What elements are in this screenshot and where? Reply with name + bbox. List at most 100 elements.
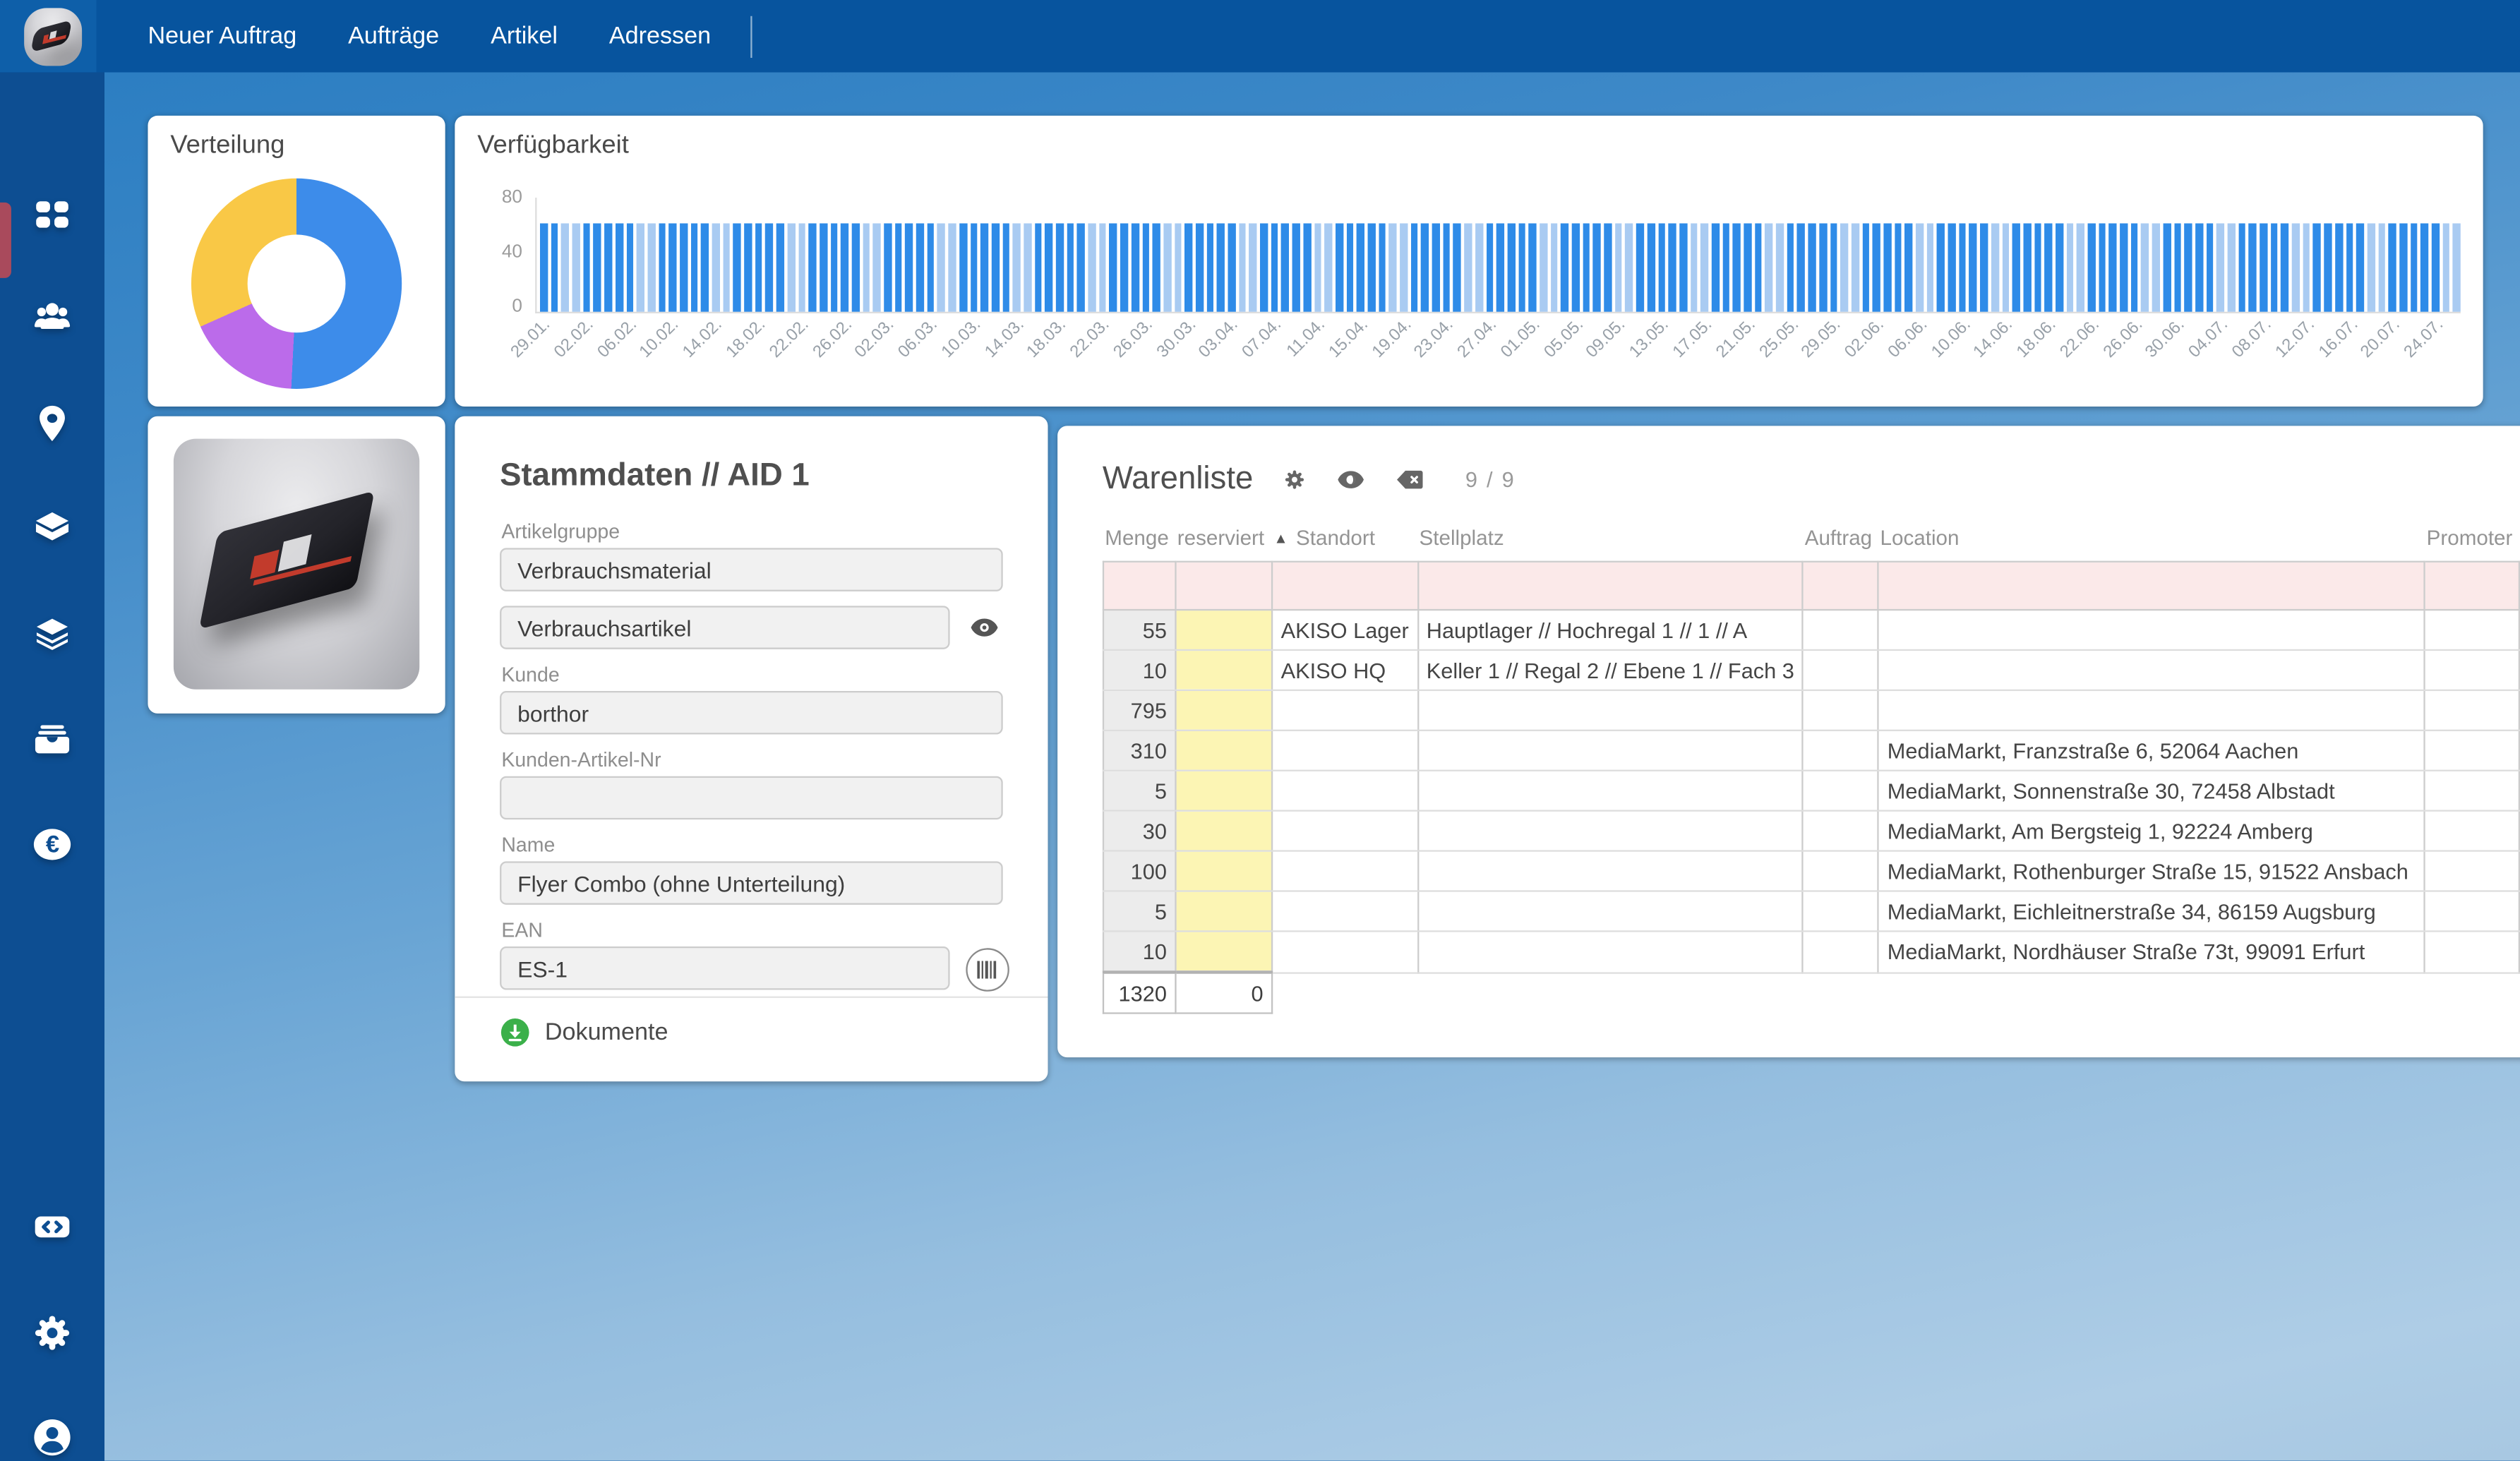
availability-bar (2378, 223, 2386, 311)
availability-bar (992, 223, 1000, 311)
availability-bar (1948, 223, 1956, 311)
eye-icon[interactable] (969, 614, 1000, 642)
product-thumbnail-button[interactable] (24, 7, 82, 65)
column-header[interactable]: Menge (1103, 526, 1175, 562)
filter-cell[interactable] (1417, 562, 1803, 610)
barcode-button[interactable] (966, 948, 1009, 991)
code-icon[interactable] (30, 1206, 73, 1249)
availability-bar (2346, 223, 2353, 311)
column-header[interactable]: ▲Standort (1272, 526, 1417, 562)
column-header[interactable]: Promoter (2425, 526, 2519, 562)
name-input[interactable] (500, 861, 1003, 904)
availability-bar (1862, 223, 1870, 311)
map-pin-icon[interactable] (30, 402, 73, 445)
table-row[interactable]: 10AKISO HQKeller 1 // Regal 2 // Ebene 1… (1103, 650, 2520, 690)
euro-icon[interactable]: € (30, 823, 73, 866)
availability-bar (1336, 223, 1343, 311)
table-cell (1803, 730, 1878, 771)
availability-bar (2367, 223, 2375, 311)
table-row[interactable]: 55AKISO LagerHauptlager // Hochregal 1 /… (1103, 610, 2520, 650)
product-photo[interactable] (174, 439, 419, 690)
availability-bar (1894, 223, 1902, 311)
column-header[interactable]: Auftrag (1803, 526, 1878, 562)
availability-bar (2356, 223, 2364, 311)
availability-bar (1389, 223, 1397, 311)
x-tick-label: 14.06. (1970, 315, 2017, 361)
filter-cell[interactable] (1803, 562, 1878, 610)
filter-cell[interactable] (1103, 562, 1175, 610)
x-tick-label: 10.03. (937, 315, 984, 361)
kunde-input[interactable] (500, 691, 1003, 734)
grid-icon[interactable] (30, 193, 73, 236)
availability-bar (2324, 223, 2332, 311)
availability-bar (1099, 223, 1107, 311)
availability-bar (2260, 223, 2267, 311)
table-settings-button[interactable] (1282, 468, 1306, 492)
x-tick-label: 13.05. (1626, 315, 1673, 361)
kunden-artikel-nr-input[interactable] (500, 776, 1003, 819)
x-tick-label: 21.05. (1712, 315, 1758, 361)
table-cell (1272, 811, 1417, 851)
table-row[interactable]: 10MediaMarkt, Nordhäuser Straße 73t, 990… (1103, 931, 2520, 972)
x-tick-label: 02.06. (1841, 315, 1888, 361)
table-cell (2425, 851, 2519, 891)
nav-item[interactable]: Neuer Auftrag (148, 23, 296, 50)
availability-bar (2281, 223, 2289, 311)
filter-cell[interactable] (1175, 562, 1272, 610)
availability-x-labels: 29.01.02.02.06.02.10.02.14.02.18.02.22.0… (535, 315, 2461, 398)
filter-cell[interactable] (2425, 562, 2519, 610)
filter-cell[interactable] (1272, 562, 1417, 610)
layers-icon[interactable] (30, 612, 73, 655)
table-cell: AKISO HQ (1272, 650, 1417, 690)
top-navbar: RF Neuer AuftragAufträgeArtikelAdressen (0, 0, 2520, 72)
x-tick-label: 22.02. (765, 315, 812, 361)
table-view-button[interactable] (1335, 468, 1365, 492)
column-header[interactable]: reserviert (1175, 526, 1272, 562)
table-row[interactable]: 100MediaMarkt, Rothenburger Straße 15, 9… (1103, 851, 2520, 891)
availability-bar (723, 223, 731, 311)
availability-bar (766, 223, 774, 311)
table-cell (1417, 811, 1803, 851)
nav-item[interactable]: Artikel (491, 23, 558, 50)
column-header[interactable]: Stellplatz (1417, 526, 1803, 562)
availability-bar (1142, 223, 1150, 311)
table-row[interactable]: 5MediaMarkt, Sonnenstraße 30, 72458 Albs… (1103, 771, 2520, 811)
tray-icon[interactable] (30, 719, 73, 762)
table-cell (1175, 931, 1272, 972)
availability-bar (1228, 223, 1235, 311)
table-row[interactable]: 30MediaMarkt, Am Bergsteig 1, 92224 Ambe… (1103, 811, 2520, 851)
availability-bar (2120, 223, 2128, 311)
filter-cell[interactable] (1878, 562, 2425, 610)
table-row[interactable]: 795b (1103, 690, 2520, 730)
table-row[interactable]: 5MediaMarkt, Eichleitnerstraße 34, 86159… (1103, 891, 2520, 931)
table-row[interactable]: 310MediaMarkt, Franzstraße 6, 52064 Aach… (1103, 730, 2520, 771)
users-icon[interactable] (30, 296, 73, 339)
box-icon[interactable] (30, 506, 73, 549)
availability-bar (2292, 223, 2300, 311)
x-tick-label: 19.04. (1368, 315, 1415, 361)
clear-filter-button[interactable] (1395, 469, 1424, 491)
column-header[interactable]: Location (1878, 526, 2425, 562)
availability-bar (1518, 223, 1526, 311)
x-tick-label: 17.05. (1669, 315, 1715, 361)
artikelgruppe-input[interactable] (500, 548, 1003, 591)
availability-bar (949, 223, 956, 311)
availability-bar (1507, 223, 1515, 311)
availability-bar (1077, 223, 1085, 311)
artikeltyp-input[interactable] (500, 606, 950, 649)
x-tick-label: 12.07. (2272, 315, 2318, 361)
table-cell (2425, 690, 2519, 730)
x-tick-label: 02.02. (551, 315, 597, 361)
dokumente-link[interactable]: Dokumente (500, 1017, 668, 1047)
ean-input[interactable] (500, 946, 950, 990)
table-cell (2425, 891, 2519, 931)
gear-icon[interactable] (30, 1311, 73, 1354)
availability-bar (959, 223, 967, 311)
nav-item[interactable]: Adressen (609, 23, 711, 50)
x-tick-label: 18.03. (1024, 315, 1070, 361)
nav-item[interactable]: Aufträge (348, 23, 439, 50)
availability-bar (583, 223, 591, 311)
account-icon[interactable] (30, 1416, 73, 1459)
table-cell (1803, 851, 1878, 891)
availability-bar (1367, 223, 1375, 311)
